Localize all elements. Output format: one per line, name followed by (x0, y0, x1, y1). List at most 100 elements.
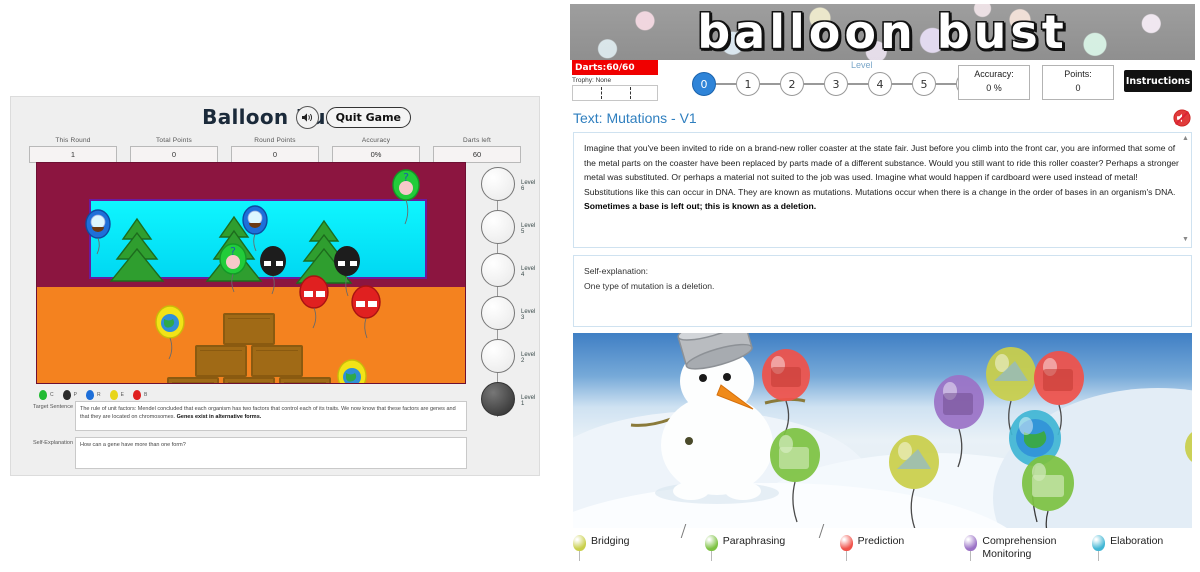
crate (167, 377, 219, 383)
balloon-paraphrasing[interactable] (769, 427, 821, 523)
level-node-3[interactable]: 3 (824, 72, 848, 96)
crate (195, 345, 247, 377)
scroll-up-arrow[interactable]: ▲ (1182, 135, 1189, 143)
stat-label: Accuracy (361, 137, 391, 144)
balloon-icon (85, 390, 94, 400)
legend-item-elaboration: Elaboration (1092, 535, 1192, 561)
level-node-1[interactable]: 1 (736, 72, 760, 96)
mini-legend-item: P (62, 390, 77, 400)
balloon-prediction[interactable] (761, 347, 811, 439)
balloon-paraphrasing[interactable] (1021, 453, 1075, 528)
balloon-legend: Bridging Paraphrasing Prediction Compreh… (573, 532, 1192, 572)
level-node-2[interactable] (481, 339, 515, 373)
balloon-icon (1092, 535, 1106, 561)
stat-round-points: Round Points 0 (231, 137, 319, 163)
crate (223, 313, 275, 345)
mini-legend-letter: C (50, 392, 54, 398)
level-label: Level 4 (521, 266, 536, 278)
trophy-label: Trophy: None (572, 77, 612, 84)
game-stage[interactable]: ? ? (36, 162, 466, 384)
svg-text:?: ? (403, 171, 409, 184)
legend-item-paraphrasing: Paraphrasing (704, 535, 840, 561)
legend-label: Prediction (857, 535, 905, 547)
left-level-track: Level 6 Level 5 Level 4 Level 3 Level 2 … (479, 167, 535, 417)
stat-label: Darts left (462, 137, 491, 144)
level-node-5[interactable] (481, 210, 515, 244)
level-label: Level 2 (521, 352, 536, 364)
chain-link (892, 83, 912, 85)
chain-link (760, 83, 780, 85)
level-node-0[interactable]: 0 (692, 72, 716, 96)
legend-label: Bridging (591, 535, 630, 547)
balloon-comprehension-monitoring[interactable] (933, 373, 985, 469)
level-node-6[interactable] (481, 167, 515, 201)
stat-label: This Round (55, 137, 91, 144)
level-node-3[interactable] (481, 296, 515, 330)
self-explanation-box[interactable]: Self-explanation: One type of mutation i… (573, 255, 1192, 327)
balloon-paraphrasing[interactable]: ? (219, 243, 247, 293)
self-explanation-text: One type of mutation is a deletion. (584, 281, 715, 291)
left-mini-legend: C P R E B (39, 389, 289, 401)
stat-label: Total Points (155, 137, 192, 144)
speaker-icon[interactable] (295, 106, 319, 129)
instructions-button[interactable]: Instructions (1124, 70, 1192, 92)
crate (223, 377, 275, 383)
mini-legend-letter: R (96, 392, 101, 398)
self-explanation-input[interactable]: How can a gene have more than one form? (75, 437, 467, 469)
chain-link (848, 83, 868, 85)
balloon-prediction[interactable] (259, 245, 287, 295)
self-explanation-row: Self-Explanation How can a gene have mor… (33, 437, 473, 469)
balloon-elaboration[interactable] (155, 305, 185, 361)
balloon-icon (704, 535, 718, 561)
left-stats-row: This Round 1 Total Points 0 Round Points… (11, 133, 539, 163)
mini-legend-letter: B (143, 392, 148, 398)
level-label: Level 5 (521, 223, 536, 235)
accuracy-box: Accuracy: 0 % (958, 65, 1030, 100)
banner: balloon bust (570, 4, 1195, 60)
stat-value: 0 (130, 146, 218, 163)
balloon-icon (839, 535, 853, 561)
accuracy-label: Accuracy: (974, 69, 1014, 79)
points-label: Points: (1064, 69, 1092, 79)
speaker-glyph (301, 113, 312, 122)
stat-value: 0 (231, 146, 319, 163)
quit-game-button[interactable]: Quit Game (325, 107, 411, 128)
legend-label: Comprehension Monitoring (982, 535, 1057, 560)
level-label: Level 3 (521, 309, 536, 321)
game-scene-image[interactable] (573, 333, 1192, 528)
level-node-4[interactable] (481, 253, 515, 287)
level-node-2[interactable]: 2 (780, 72, 804, 96)
level-label: Level 6 (521, 180, 536, 192)
balloon-icon (132, 390, 141, 400)
scroll-down-arrow[interactable]: ▼ (1182, 236, 1189, 244)
balloon-comprehension[interactable] (85, 209, 111, 255)
balloon-bridging[interactable] (299, 275, 329, 329)
stat-value: 60 (433, 146, 521, 163)
balloon-elaboration[interactable] (337, 359, 367, 384)
level-node-4[interactable]: 4 (868, 72, 892, 96)
level-node-1[interactable] (481, 382, 515, 416)
target-sentence-body: The rule of unit factors: Mendel conclud… (80, 406, 456, 420)
self-explanation-label: Self-Explanation (33, 440, 74, 446)
legend-label: Paraphrasing (722, 535, 786, 547)
balloon-bridging[interactable] (1185, 429, 1192, 469)
right-game-panel: balloon bust Darts:60/60 Trophy: None Le… (565, 2, 1200, 572)
stat-value: 1 (29, 146, 117, 163)
passage-box[interactable]: Imagine that you've been invited to ride… (573, 132, 1192, 248)
balloon-icon (964, 535, 978, 561)
crate (251, 345, 303, 377)
stat-label: Round Points (254, 137, 296, 144)
balloon-bridging[interactable] (351, 285, 381, 339)
level-label: Level 1 (521, 395, 536, 407)
level-heading: Level (851, 60, 873, 70)
chain-link (936, 83, 956, 85)
self-explanation-label: Self-explanation: (584, 266, 649, 276)
darts-counter: Darts:60/60 (572, 60, 658, 75)
left-toolbar: Quit Game (295, 106, 411, 129)
tree-icon (109, 217, 165, 282)
passage-emphasis: Sometimes a base is left out; this is kn… (584, 201, 817, 212)
mute-speaker-icon[interactable] (1173, 109, 1191, 127)
balloon-paraphrasing[interactable]: ? (392, 169, 420, 227)
points-box: Points: 0 (1042, 65, 1114, 100)
level-node-5[interactable]: 5 (912, 72, 936, 96)
